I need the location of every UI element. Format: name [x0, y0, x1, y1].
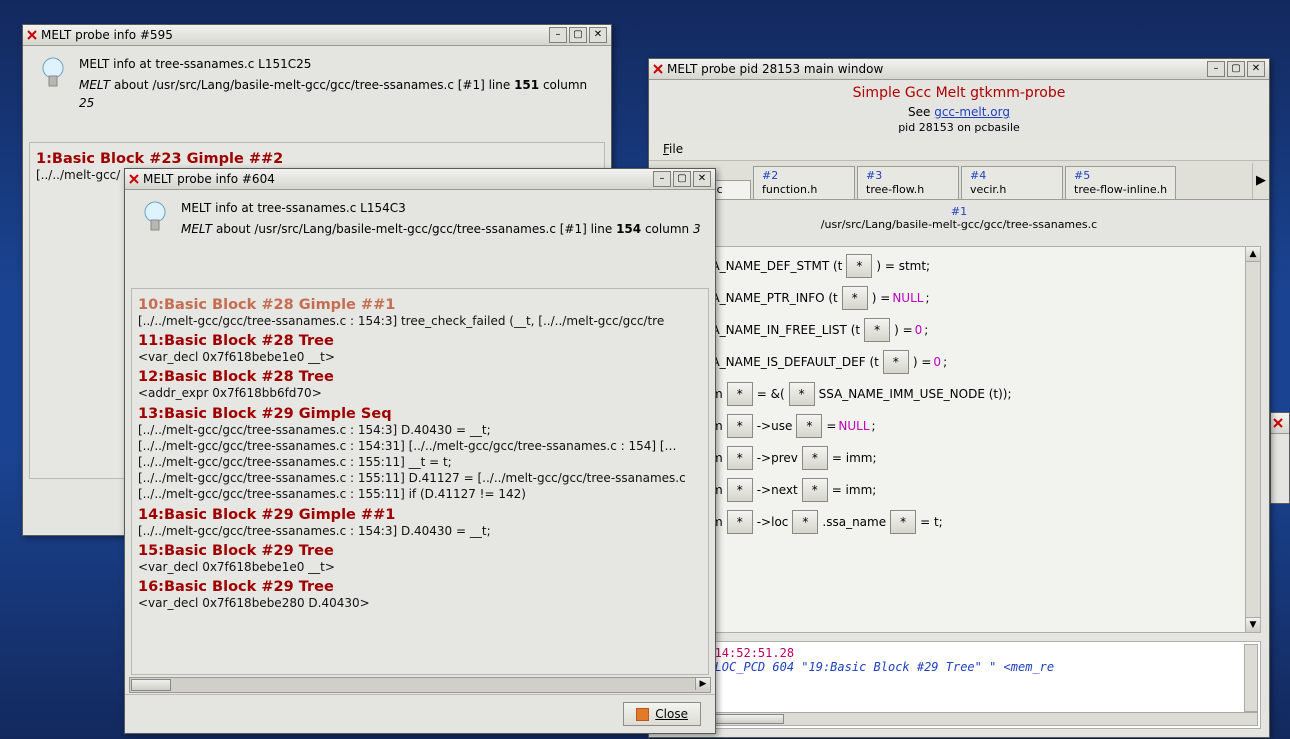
- file-tab[interactable]: #3tree-flow.h: [857, 166, 959, 199]
- main-window: MELT probe pid 28153 main window – ▢ ✕ S…: [648, 58, 1270, 738]
- code-line: * SSA_NAME_IN_FREE_LIST (t * ) = 0 ;: [664, 317, 1254, 343]
- horizontal-scrollbar[interactable]: ▶: [129, 677, 711, 693]
- marker-button[interactable]: *: [792, 510, 818, 534]
- marker-button[interactable]: *: [890, 510, 916, 534]
- marker-button[interactable]: *: [727, 510, 753, 534]
- marker-button[interactable]: *: [883, 350, 909, 374]
- close-x-icon: [653, 64, 663, 74]
- lightbulb-icon: [139, 200, 171, 240]
- code-area: ▲ ▼ * SSA_NAME_DEF_STMT (t * ) = stmt; *…: [657, 246, 1261, 633]
- code-line: * imm * ->loc * .ssa_name * = t;: [664, 509, 1254, 535]
- menubar: File: [649, 138, 1269, 161]
- block-heading: 15:Basic Block #29 Tree: [138, 543, 702, 559]
- titlebar[interactable]: MELT probe info #604 – ▢ ✕: [125, 169, 715, 190]
- block-heading: 13:Basic Block #29 Gimple Seq: [138, 406, 702, 422]
- info-header-text: MELT info at tree-ssanames.c L151C25 MEL…: [79, 56, 597, 112]
- block-detail: <var_decl 0x7f618bebe280 D.40430>: [138, 595, 702, 611]
- marker-button[interactable]: *: [802, 446, 828, 470]
- log-area: Aug 03 14:52:51.28 ADDINFOLOC_PCD 604 "1…: [657, 641, 1261, 729]
- code-line: * imm * ->prev * = imm;: [664, 445, 1254, 471]
- menu-file[interactable]: File: [655, 140, 691, 158]
- window-title: MELT probe info #604: [143, 172, 653, 186]
- code-line: * SSA_NAME_IS_DEFAULT_DEF (t * ) = 0 ;: [664, 349, 1254, 375]
- code-line: * imm * = &( * SSA_NAME_IMM_USE_NODE (t)…: [664, 381, 1254, 407]
- app-subtitle: See gcc-melt.org: [649, 104, 1269, 121]
- log-horizontal-scrollbar[interactable]: [660, 712, 1258, 726]
- block-detail: [../../melt-gcc/gcc/tree-ssanames.c : 15…: [138, 438, 702, 454]
- close-label: Close: [655, 707, 688, 721]
- probe-info-604-window: MELT probe info #604 – ▢ ✕ MELT info at …: [124, 168, 716, 734]
- close-x-icon: [27, 30, 37, 40]
- scroll-up-icon[interactable]: ▲: [1246, 247, 1260, 262]
- file-tab[interactable]: #4vecir.h: [961, 166, 1063, 199]
- block-heading: 12:Basic Block #28 Tree: [138, 369, 702, 385]
- offscreen-window: [1270, 412, 1290, 504]
- app-header: Simple Gcc Melt gtkmm-probe See gcc-melt…: [649, 80, 1269, 138]
- close-icon: [636, 708, 649, 721]
- marker-button[interactable]: *: [842, 286, 868, 310]
- active-file-caption: #1 /usr/src/Lang/basile-melt-gcc/gcc/tre…: [649, 200, 1269, 237]
- block-detail: [../../melt-gcc/gcc/tree-ssanames.c : 15…: [138, 523, 702, 539]
- close-button[interactable]: ✕: [589, 27, 607, 43]
- close-dialog-button[interactable]: Close: [623, 702, 701, 726]
- tab-scroll-right-icon[interactable]: ▶: [1252, 163, 1269, 199]
- marker-button[interactable]: *: [796, 414, 822, 438]
- titlebar[interactable]: MELT probe info #595 – ▢ ✕: [23, 25, 611, 46]
- marker-button[interactable]: *: [846, 254, 872, 278]
- marker-button[interactable]: *: [727, 414, 753, 438]
- block-heading: 11:Basic Block #28 Tree: [138, 333, 702, 349]
- scroll-down-icon[interactable]: ▼: [1246, 617, 1260, 632]
- block-detail: [../../melt-gcc/gcc/tree-ssanames.c : 15…: [138, 313, 702, 329]
- block-detail: <var_decl 0x7f618bebe1e0 __t>: [138, 349, 702, 365]
- close-button[interactable]: ✕: [693, 171, 711, 187]
- code-line: * imm * ->use * = NULL ;: [664, 413, 1254, 439]
- close-x-icon: [1273, 418, 1283, 428]
- marker-button[interactable]: *: [789, 382, 815, 406]
- block-heading: 14:Basic Block #29 Gimple ##1: [138, 507, 702, 523]
- lightbulb-icon: [37, 56, 69, 96]
- marker-button[interactable]: *: [864, 318, 890, 342]
- minimize-button[interactable]: –: [653, 171, 671, 187]
- maximize-button[interactable]: ▢: [1227, 61, 1245, 77]
- maximize-button[interactable]: ▢: [673, 171, 691, 187]
- marker-button[interactable]: *: [727, 478, 753, 502]
- scrollbar-thumb[interactable]: [131, 679, 171, 691]
- block-detail: [../../melt-gcc/gcc/tree-ssanames.c : 15…: [138, 454, 702, 470]
- window-title: MELT probe pid 28153 main window: [667, 62, 1207, 76]
- maximize-button[interactable]: ▢: [569, 27, 587, 43]
- app-pid-info: pid 28153 on pcbasile: [649, 120, 1269, 135]
- code-line: * imm * ->next * = imm;: [664, 477, 1254, 503]
- vertical-scrollbar[interactable]: ▲ ▼: [1245, 247, 1260, 632]
- block-detail: [../../melt-gcc/gcc/tree-ssanames.c : 15…: [138, 422, 702, 438]
- block-heading: 16:Basic Block #29 Tree: [138, 579, 702, 595]
- block-detail: <addr_expr 0x7f618bb6fd70>: [138, 385, 702, 401]
- code-line: * SSA_NAME_DEF_STMT (t * ) = stmt;: [664, 253, 1254, 279]
- minimize-button[interactable]: –: [549, 27, 567, 43]
- marker-button[interactable]: *: [727, 446, 753, 470]
- file-tabstrip: ssanames.c#2function.h#3tree-flow.h#4vec…: [649, 161, 1269, 200]
- gcc-melt-link[interactable]: gcc-melt.org: [934, 105, 1010, 119]
- close-x-icon: [129, 174, 139, 184]
- minimize-button[interactable]: –: [1207, 61, 1225, 77]
- marker-button[interactable]: *: [802, 478, 828, 502]
- log-command: ADDINFOLOC_PCD 604 "19:Basic Block #29 T…: [664, 660, 1054, 674]
- titlebar[interactable]: MELT probe pid 28153 main window – ▢ ✕: [649, 59, 1269, 80]
- log-vertical-scrollbar[interactable]: [1244, 644, 1258, 712]
- block-heading: 1:Basic Block #23 Gimple ##2: [36, 151, 598, 167]
- window-title: MELT probe info #595: [41, 28, 549, 42]
- scroll-right-icon[interactable]: ▶: [695, 678, 710, 690]
- block-detail: [../../melt-gcc/gcc/tree-ssanames.c : 15…: [138, 486, 702, 502]
- info-header-text: MELT info at tree-ssanames.c L154C3 MELT…: [181, 200, 701, 240]
- block-detail: [../../melt-gcc/gcc/tree-ssanames.c : 15…: [138, 470, 702, 486]
- code-line: * SSA_NAME_PTR_INFO (t * ) = NULL ;: [664, 285, 1254, 311]
- app-title: Simple Gcc Melt gtkmm-probe: [649, 84, 1269, 104]
- close-button[interactable]: ✕: [1247, 61, 1265, 77]
- marker-button[interactable]: *: [727, 382, 753, 406]
- block-detail: <var_decl 0x7f618bebe1e0 __t>: [138, 559, 702, 575]
- file-tab[interactable]: #5tree-flow-inline.h: [1065, 166, 1176, 199]
- file-tab[interactable]: #2function.h: [753, 166, 855, 199]
- block-heading-partial: 10:Basic Block #28 Gimple ##1: [138, 297, 702, 313]
